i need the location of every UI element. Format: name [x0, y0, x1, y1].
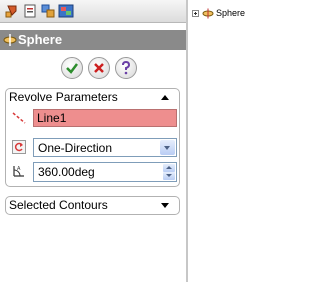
selected-contours-group[interactable]: Selected Contours [5, 196, 180, 215]
display-manager-icon[interactable] [58, 3, 74, 19]
angle-input[interactable]: 360.00deg [33, 162, 177, 182]
confirmation-buttons [0, 55, 186, 83]
tree-item-label[interactable]: Sphere [216, 8, 245, 18]
feature-title: Sphere [18, 32, 63, 47]
check-icon [66, 63, 78, 74]
cancel-button[interactable] [88, 57, 110, 79]
revolve-parameters-group: Revolve Parameters Line1 One-Direction A… [5, 88, 180, 187]
revolve-parameters-title: Revolve Parameters [9, 90, 118, 104]
svg-text:A: A [17, 166, 21, 172]
revolve-feature-icon [3, 33, 17, 47]
property-manager-icon[interactable] [22, 3, 38, 19]
selected-contours-title: Selected Contours [9, 198, 108, 212]
chevron-down-icon[interactable] [160, 140, 175, 155]
revolve-feature-icon [202, 8, 214, 19]
reverse-direction-icon[interactable] [12, 140, 26, 154]
panel-divider[interactable] [186, 0, 188, 282]
expand-icon[interactable] [161, 203, 169, 208]
axis-line-icon [12, 111, 26, 125]
decrement-icon[interactable] [163, 172, 175, 180]
angle-value: 360.00deg [38, 165, 95, 179]
feature-manager-icon[interactable] [4, 3, 20, 19]
selected-contours-header[interactable]: Selected Contours [6, 197, 179, 213]
close-icon [94, 63, 104, 73]
direction-value: One-Direction [38, 141, 113, 155]
help-button[interactable] [115, 57, 137, 79]
configuration-manager-icon[interactable] [40, 3, 56, 19]
help-icon [122, 60, 131, 75]
increment-icon[interactable] [163, 164, 175, 172]
expand-plus-icon[interactable] [192, 10, 199, 17]
feature-title-bar: Sphere [0, 30, 186, 50]
property-manager-panel: Sphere Revolve Parameters Line1 One-Dire… [0, 0, 186, 282]
ok-button[interactable] [61, 57, 83, 79]
angle-icon: A [12, 164, 26, 178]
axis-selection-field[interactable]: Line1 [33, 109, 177, 127]
revolve-parameters-header[interactable]: Revolve Parameters [6, 89, 179, 105]
direction-select[interactable]: One-Direction [33, 138, 177, 157]
collapse-icon[interactable] [161, 95, 169, 100]
manager-tabs-toolbar [0, 0, 186, 23]
